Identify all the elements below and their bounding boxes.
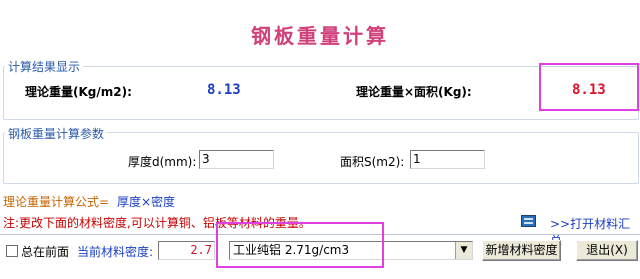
- formula-expression: 厚度×密度: [117, 195, 176, 209]
- params-group-legend: 钢板重量计算参数: [5, 125, 108, 142]
- chevron-down-icon[interactable]: ▼: [455, 242, 472, 259]
- exit-button[interactable]: 退出(X): [576, 240, 638, 261]
- always-on-top-checkbox[interactable]: [6, 245, 18, 257]
- page-title: 钢板重量计算: [251, 24, 389, 48]
- area-label: 面积S(m2):: [340, 155, 405, 169]
- density-label: 当前材料密度:: [77, 245, 154, 259]
- weight-area-label: 理论重量×面积(Kg):: [356, 85, 472, 99]
- thickness-input[interactable]: 3: [199, 150, 274, 169]
- area-input[interactable]: 1: [410, 150, 485, 169]
- thickness-label: 厚度d(mm):: [128, 155, 197, 169]
- weight-area-value: 8.13: [572, 82, 606, 98]
- always-on-top-label[interactable]: 总在前面: [21, 243, 69, 260]
- formula-label: 理论重量计算公式=: [3, 195, 110, 209]
- theoretical-weight-label: 理论重量(Kg/m2):: [25, 85, 132, 99]
- material-select-highlight: [216, 222, 384, 268]
- add-density-button[interactable]: 新增材料密度: [482, 240, 561, 261]
- density-input[interactable]: 2.7: [158, 241, 215, 260]
- results-group-legend: 计算结果显示: [5, 58, 84, 75]
- open-materials-icon[interactable]: [521, 215, 536, 227]
- theoretical-weight-value: 8.13: [207, 82, 241, 98]
